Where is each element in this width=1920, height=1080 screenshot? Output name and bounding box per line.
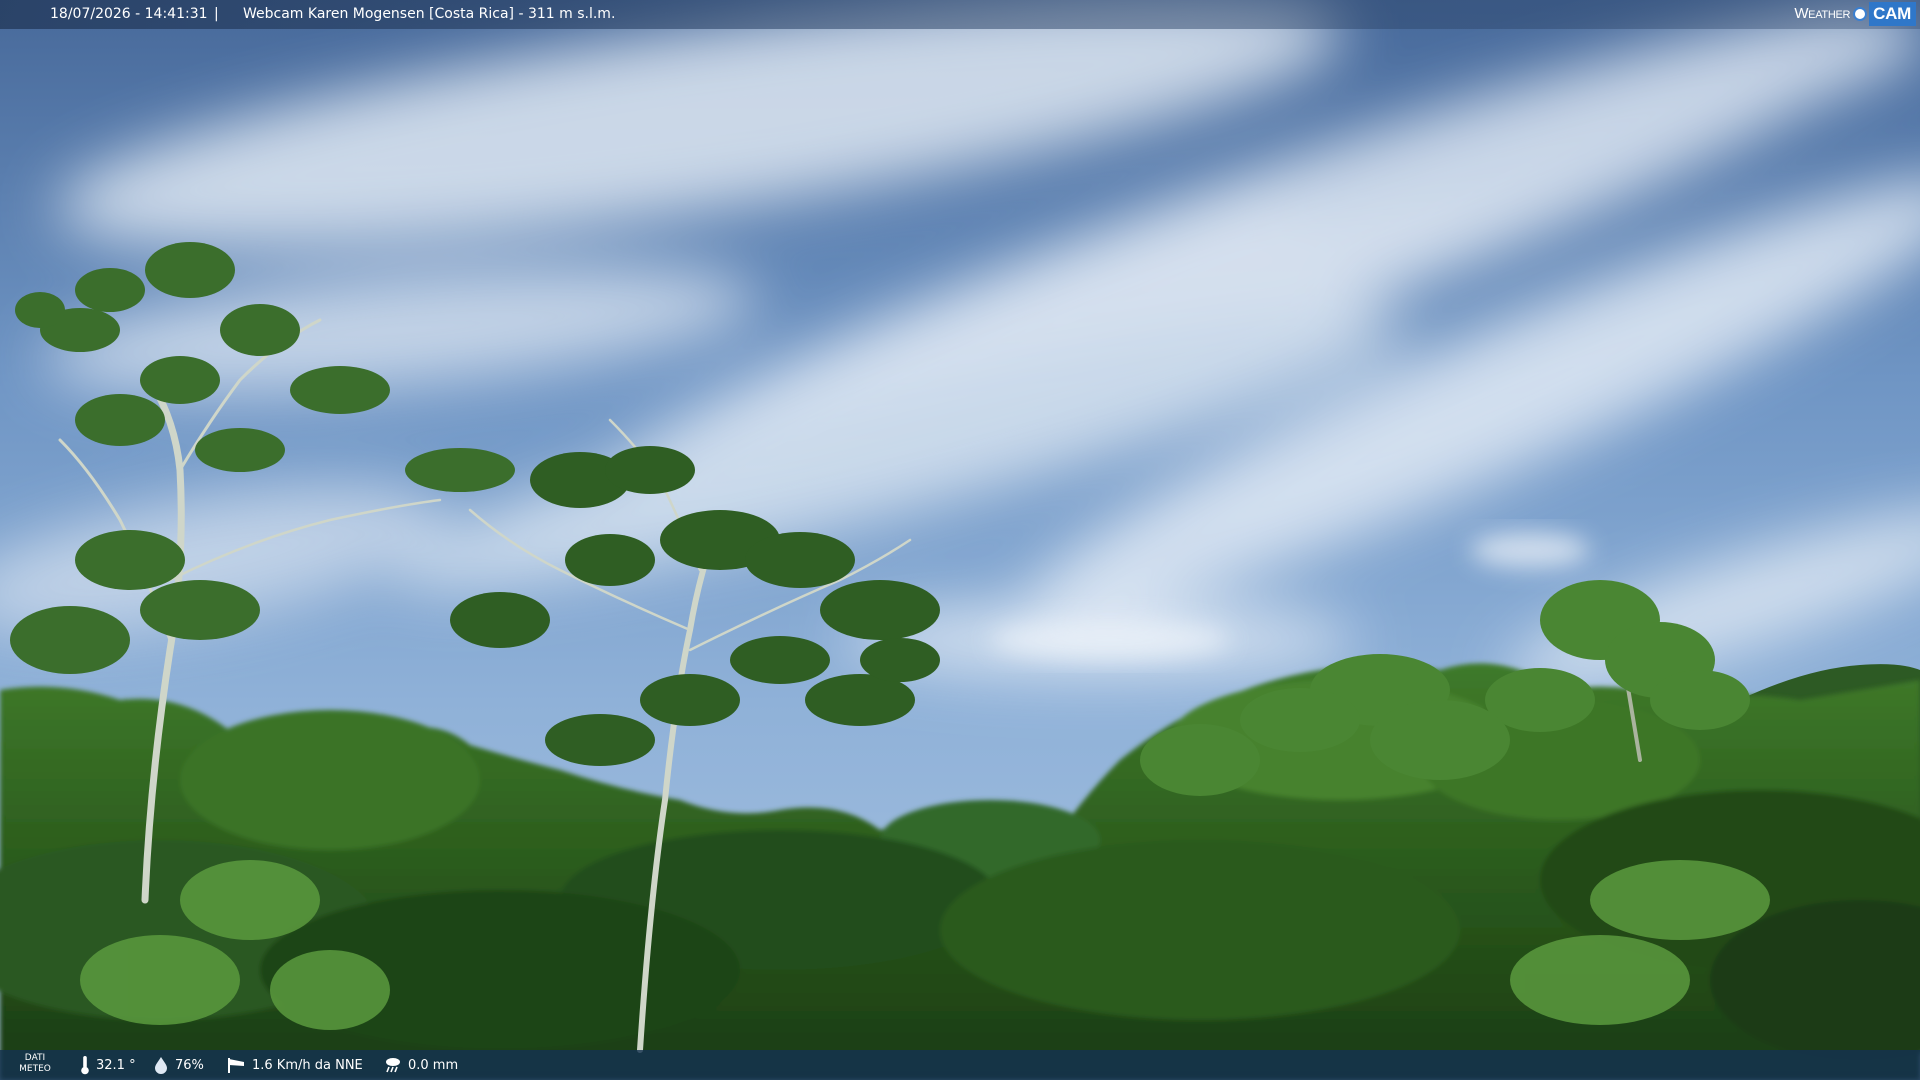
weather-data-bar: DATI METEO 32.1 ° 76% 1.6 Km/h da NNE 0.… [0,1050,1920,1080]
temperature-metric: 32.1 ° [80,1050,136,1080]
humidity-metric: 76% [153,1050,204,1080]
temperature-value: 32.1 ° [96,1057,136,1073]
separator: | [214,6,219,22]
top-info-bar: 18/07/2026 - 14:41:31 | Webcam Karen Mog… [0,0,1920,29]
windsock-icon [228,1058,244,1073]
wind-value: 1.6 Km/h da NNE [252,1057,363,1073]
webcam-title: Webcam Karen Mogensen [Costa Rica] - 311… [243,6,616,22]
badge-line-2: METEO [19,1064,51,1074]
rain-cloud-icon [386,1058,400,1073]
brand-dot-icon [1853,6,1868,21]
webcam-scene [0,0,1920,1080]
weathercam-logo: Weather CAM [1794,0,1920,27]
brand-cam: CAM [1869,1,1916,26]
humidity-value: 76% [175,1057,204,1073]
wind-metric: 1.6 Km/h da NNE [226,1050,363,1080]
rain-metric: 0.0 mm [384,1050,458,1080]
badge-line-1: DATI [24,1053,46,1063]
rain-value: 0.0 mm [408,1057,459,1073]
droplet-icon [155,1057,167,1074]
thermometer-icon [81,1056,89,1075]
meteo-badge: DATI METEO [18,1053,52,1075]
brand-weather: Weather [1794,5,1851,22]
timestamp: 18/07/2026 - 14:41:31 [50,6,208,22]
